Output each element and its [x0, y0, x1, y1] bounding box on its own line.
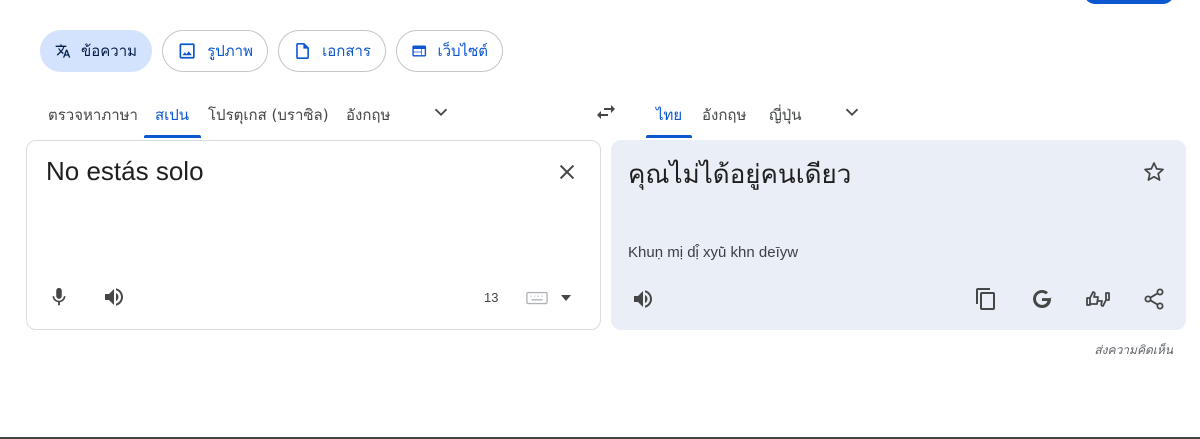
target-lang-japanese-label: ญี่ปุ่น [769, 106, 802, 124]
keyboard-button[interactable] [524, 288, 550, 308]
source-lang-portuguese-tab[interactable]: โปรตุเกส (บราซิล) [208, 92, 329, 138]
romanization-text: Khuṇ mị dị̂ xyū̀ khn deīyw [628, 244, 799, 261]
google-icon [1033, 290, 1052, 308]
source-lang-english-tab[interactable]: อังกฤษ [346, 92, 390, 138]
website-icon [412, 45, 427, 57]
copy-translation-button[interactable] [972, 285, 1000, 313]
target-lang-thai-tab[interactable]: ไทย [656, 92, 682, 138]
listen-translation-button[interactable] [629, 285, 657, 313]
voice-input-button[interactable] [45, 283, 73, 311]
source-text-input[interactable]: No estás solo [46, 156, 204, 187]
mode-image-button[interactable]: รูปภาพ [162, 30, 268, 72]
source-lang-selected-indicator [144, 135, 201, 138]
mode-text-button[interactable]: ข้อความ [40, 30, 152, 72]
rate-translation-icon [1086, 291, 1110, 307]
target-lang-thai-label: ไทย [656, 106, 683, 124]
account-button-partial[interactable] [1084, 0, 1174, 4]
caret-down-icon [561, 295, 571, 301]
mode-website-button[interactable]: เว็บไซต์ [396, 30, 503, 72]
chevron-down-icon [845, 108, 859, 117]
speaker-icon [634, 290, 652, 308]
copy-icon [976, 288, 995, 310]
source-lang-spanish-label: สเปน [155, 106, 190, 124]
target-lang-more-button[interactable] [839, 99, 865, 125]
mode-image-label: รูปภาพ [207, 42, 253, 60]
swap-languages-button[interactable] [591, 98, 621, 126]
google-search-button[interactable] [1028, 285, 1056, 313]
close-icon [559, 164, 575, 180]
character-count: 13 [484, 290, 499, 305]
rate-translation-button[interactable] [1083, 285, 1113, 313]
mode-text-label: ข้อความ [80, 42, 137, 60]
mode-document-label: เอกสาร [322, 42, 371, 60]
share-icon [1144, 288, 1164, 310]
clear-source-button[interactable] [553, 158, 581, 186]
source-lang-detect-tab[interactable]: ตรวจหาภาษา [48, 92, 138, 138]
source-lang-portuguese-label: โปรตุเกส (บราซิล) [208, 106, 329, 124]
swap-languages-icon [597, 105, 615, 119]
mode-document-button[interactable]: เอกสาร [278, 30, 386, 72]
share-translation-button[interactable] [1140, 285, 1168, 313]
source-lang-spanish-tab[interactable]: สเปน [155, 92, 189, 138]
target-lang-japanese-tab[interactable]: ญี่ปุ่น [769, 92, 802, 138]
speaker-icon [105, 288, 123, 306]
target-lang-english-tab[interactable]: อังกฤษ [702, 92, 746, 138]
document-icon [296, 43, 309, 59]
source-lang-more-button[interactable] [428, 99, 454, 125]
keyboard-icon [526, 291, 548, 305]
keyboard-options-button[interactable] [558, 290, 574, 306]
chevron-down-icon [434, 108, 448, 117]
source-lang-detect-label: ตรวจหาภาษา [48, 106, 138, 124]
translate-icon [55, 44, 71, 58]
translation-output: คุณไม่ได้อยู่คนเดียว [628, 160, 852, 190]
source-lang-english-label: อังกฤษ [346, 106, 391, 124]
microphone-icon [52, 287, 66, 306]
target-lang-selected-indicator [646, 135, 692, 138]
send-feedback-link[interactable]: ส่งความคิดเห็น [1094, 341, 1173, 360]
mode-website-label: เว็บไซต์ [437, 42, 488, 60]
image-icon [179, 43, 195, 59]
star-icon [1144, 162, 1164, 181]
listen-source-button[interactable] [100, 283, 128, 311]
target-lang-english-label: อังกฤษ [702, 106, 747, 124]
save-translation-button[interactable] [1140, 158, 1168, 186]
